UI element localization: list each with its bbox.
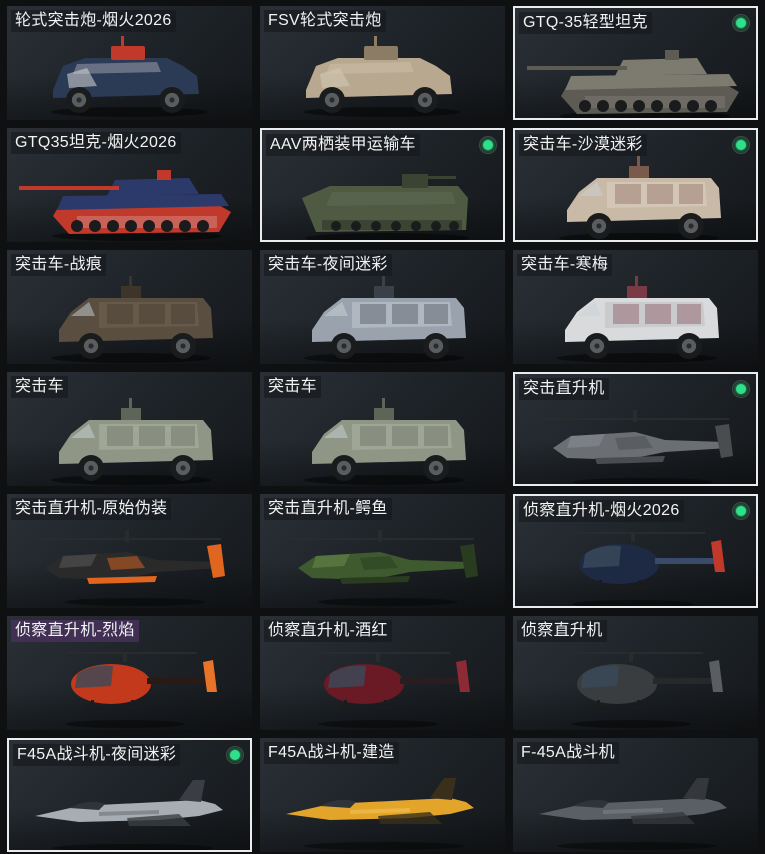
vehicle-card[interactable]: 突击车-沙漠迷彩	[513, 128, 758, 242]
vehicle-name: 轮式突击炮-烟火2026	[11, 10, 176, 32]
vehicle-name: FSV轮式突击炮	[264, 10, 386, 32]
equipped-status-icon	[226, 746, 244, 764]
vehicle-card[interactable]: F-45A战斗机	[513, 738, 758, 852]
vehicle-name: 突击直升机-原始伪装	[11, 498, 172, 520]
vehicle-name: 突击车-沙漠迷彩	[519, 134, 647, 156]
vehicle-grid: 轮式突击炮-烟火2026 FSV轮式突击炮 GTQ-35轻型坦克 GTQ35坦克…	[0, 0, 765, 854]
scout-heli-vehicle-image	[571, 652, 723, 728]
vehicle-card[interactable]: 侦察直升机-烈焰	[7, 616, 252, 730]
equipped-status-icon	[732, 136, 750, 154]
vehicle-card[interactable]: FSV轮式突击炮	[260, 6, 505, 120]
equipped-status-icon	[479, 136, 497, 154]
equipped-status-icon	[732, 14, 750, 32]
vehicle-card[interactable]: AAV两栖装甲运输车	[260, 128, 505, 242]
vehicle-card[interactable]: 突击直升机-鳄鱼	[260, 494, 505, 608]
vehicle-card[interactable]: 突击车	[260, 372, 505, 486]
truck-vehicle-image	[557, 276, 719, 363]
scout-heli-vehicle-image	[65, 652, 217, 728]
vehicle-card[interactable]: GTQ35坦克-烟火2026	[7, 128, 252, 242]
vehicle-name: AAV两栖装甲运输车	[266, 134, 420, 156]
vehicle-card[interactable]: 突击车-夜间迷彩	[260, 250, 505, 364]
scout-heli-vehicle-image	[573, 532, 725, 606]
vehicle-name: 突击车	[264, 376, 321, 398]
vehicle-card[interactable]: GTQ-35轻型坦克	[513, 6, 758, 120]
jet-vehicle-image	[539, 778, 727, 850]
vehicle-name: 侦察直升机-烈焰	[11, 620, 139, 642]
vehicle-name: 突击车-战痕	[11, 254, 107, 276]
jet-vehicle-image	[35, 780, 223, 850]
attack-heli-vehicle-image	[288, 530, 478, 606]
tank-vehicle-image	[19, 170, 231, 241]
attack-heli-vehicle-image	[35, 530, 225, 606]
vehicle-card[interactable]: F45A战斗机-夜间迷彩	[7, 738, 252, 852]
tank-vehicle-image	[527, 50, 739, 118]
jet-vehicle-image	[286, 778, 474, 850]
vehicle-name: F45A战斗机-建造	[264, 742, 399, 764]
vehicle-name: 突击车	[11, 376, 68, 398]
vehicle-card[interactable]: 轮式突击炮-烟火2026	[7, 6, 252, 120]
truck-vehicle-image	[51, 398, 213, 485]
truck-vehicle-image	[51, 276, 213, 363]
scout-heli-vehicle-image	[318, 652, 470, 728]
vehicle-name: 侦察直升机	[517, 620, 607, 642]
vehicle-name: 侦察直升机-烟火2026	[519, 500, 684, 522]
vehicle-name: GTQ35坦克-烟火2026	[11, 132, 181, 154]
equipped-status-icon	[732, 502, 750, 520]
vehicle-name: 突击直升机	[519, 378, 609, 400]
vehicle-name: F-45A战斗机	[517, 742, 619, 764]
vehicle-card[interactable]: 突击直升机-原始伪装	[7, 494, 252, 608]
apc-vehicle-image	[51, 36, 207, 117]
vehicle-card[interactable]: 突击车-寒梅	[513, 250, 758, 364]
vehicle-card[interactable]: 侦察直升机-烟火2026	[513, 494, 758, 608]
vehicle-card[interactable]: 突击车	[7, 372, 252, 486]
vehicle-card[interactable]: 侦察直升机	[513, 616, 758, 730]
vehicle-name: 突击车-寒梅	[517, 254, 613, 276]
vehicle-card[interactable]: 突击车-战痕	[7, 250, 252, 364]
truck-vehicle-image	[559, 156, 721, 240]
vehicle-name: GTQ-35轻型坦克	[519, 12, 652, 34]
attack-heli-vehicle-image	[543, 410, 733, 484]
vehicle-card[interactable]: 突击直升机	[513, 372, 758, 486]
truck-vehicle-image	[304, 276, 466, 363]
vehicle-card[interactable]: 侦察直升机-酒红	[260, 616, 505, 730]
vehicle-card[interactable]: F45A战斗机-建造	[260, 738, 505, 852]
vehicle-name: 突击直升机-鳄鱼	[264, 498, 392, 520]
vehicle-name: 侦察直升机-酒红	[264, 620, 392, 642]
apc-vehicle-image	[304, 36, 460, 117]
vehicle-name: 突击车-夜间迷彩	[264, 254, 392, 276]
amphib-vehicle-image	[302, 174, 469, 240]
equipped-status-icon	[732, 380, 750, 398]
truck-vehicle-image	[304, 398, 466, 485]
vehicle-name: F45A战斗机-夜间迷彩	[13, 744, 181, 766]
